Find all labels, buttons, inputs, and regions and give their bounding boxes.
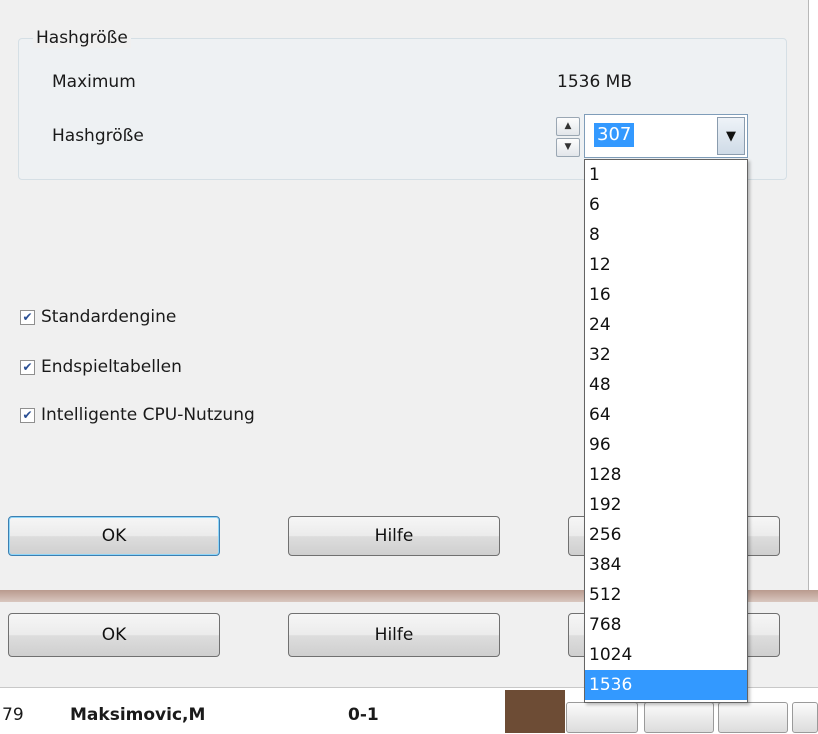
check-icon[interactable]: ✔ [20, 407, 35, 423]
hash-size-dropdown-list[interactable]: 1 6 8 12 16 24 32 48 64 96 128 192 256 384 512 768 1024 1… [584, 159, 748, 703]
checkbox-label: Intelligente CPU-Nutzung [41, 405, 255, 425]
background-ok-button[interactable]: OK [8, 613, 220, 657]
game-result: 0-1 [348, 705, 379, 725]
dropdown-option[interactable]: 384 [585, 550, 747, 580]
checkbox-endgame-tables[interactable]: ✔ Endspieltabellen [20, 357, 182, 377]
help-button[interactable]: Hilfe [288, 516, 500, 556]
toolbar-button[interactable] [792, 702, 818, 733]
row-number: 79 [2, 705, 24, 725]
dropdown-option[interactable]: 1 [585, 160, 747, 190]
ok-button[interactable]: OK [8, 516, 220, 556]
dialog-edge [808, 0, 818, 590]
toolbar-button[interactable] [718, 702, 788, 733]
chevron-down-icon[interactable]: ▼ [717, 117, 745, 155]
checkbox-standard-engine[interactable]: ✔ Standardengine [20, 307, 176, 327]
check-icon[interactable]: ✔ [20, 359, 35, 375]
dropdown-option[interactable]: 1024 [585, 640, 747, 670]
dropdown-option[interactable]: 48 [585, 370, 747, 400]
dropdown-option[interactable]: 128 [585, 460, 747, 490]
hash-size-combobox[interactable]: 307 ▼ [584, 114, 748, 158]
hash-size-spinner[interactable]: ▲ ▼ [556, 117, 580, 157]
spin-down-icon[interactable]: ▼ [556, 138, 580, 157]
dropdown-option[interactable]: 192 [585, 490, 747, 520]
dropdown-option[interactable]: 1536 [585, 670, 747, 700]
toolbar-button[interactable] [644, 702, 714, 733]
player-name[interactable]: Maksimovic,M [70, 705, 205, 725]
maximum-value: 1536 MB [557, 72, 632, 92]
board-preview [505, 690, 565, 733]
dropdown-option[interactable]: 12 [585, 250, 747, 280]
group-title: Hashgröße [33, 28, 131, 48]
dropdown-option[interactable]: 16 [585, 280, 747, 310]
spin-up-icon[interactable]: ▲ [556, 117, 580, 136]
background-help-button[interactable]: Hilfe [288, 613, 500, 657]
hash-size-label: Hashgröße [52, 126, 144, 146]
dropdown-option[interactable]: 24 [585, 310, 747, 340]
checkbox-label: Endspieltabellen [41, 357, 182, 377]
checkbox-smart-cpu[interactable]: ✔ Intelligente CPU-Nutzung [20, 405, 255, 425]
check-icon[interactable]: ✔ [20, 309, 35, 325]
dropdown-option[interactable]: 96 [585, 430, 747, 460]
toolbar-button[interactable] [566, 702, 638, 733]
dropdown-option[interactable]: 6 [585, 190, 747, 220]
dropdown-option[interactable]: 64 [585, 400, 747, 430]
hash-size-value[interactable]: 307 [594, 123, 635, 147]
dropdown-option[interactable]: 768 [585, 610, 747, 640]
dropdown-option[interactable]: 32 [585, 340, 747, 370]
dropdown-option[interactable]: 256 [585, 520, 747, 550]
dropdown-option[interactable]: 8 [585, 220, 747, 250]
checkbox-label: Standardengine [41, 307, 177, 327]
maximum-label: Maximum [52, 72, 136, 92]
dropdown-option[interactable]: 512 [585, 580, 747, 610]
